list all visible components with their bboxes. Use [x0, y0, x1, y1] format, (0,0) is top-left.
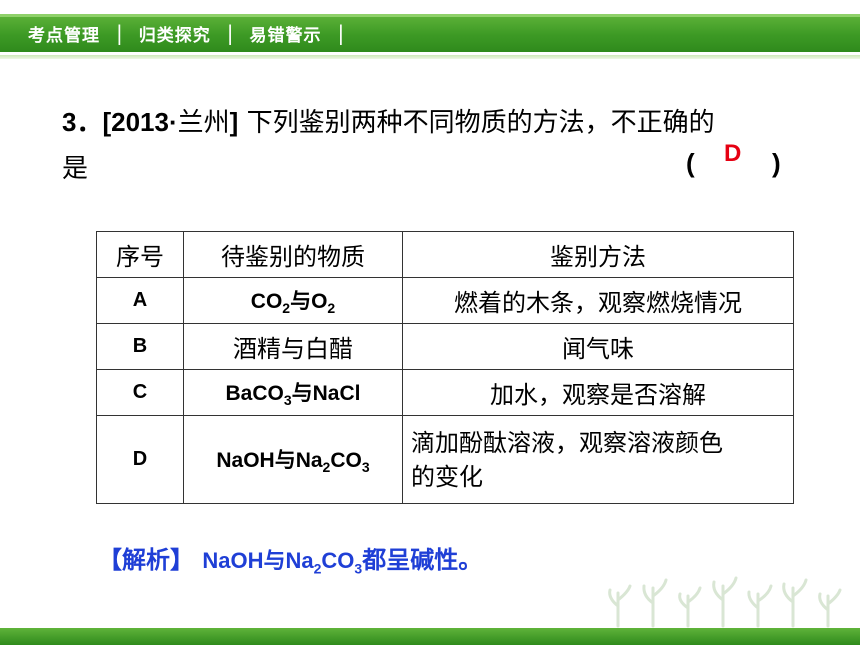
nav-item-yicuo[interactable]: 易错警示: [236, 21, 336, 46]
table-row: D NaOH与Na2CO3 滴加酚酞溶液，观察溶液颜色 的变化: [96, 415, 794, 504]
row-method: 燃着的木条，观察燃烧情况: [402, 277, 794, 324]
nav-separator: |: [116, 21, 123, 45]
analysis-text: NaOH与Na2CO3: [202, 548, 363, 577]
row-id: A: [96, 277, 184, 324]
answer-letter: D: [724, 140, 742, 167]
analysis: 【解析】 NaOH与Na2CO3都呈碱性。: [98, 540, 482, 576]
row-id: D: [96, 415, 184, 504]
row-method: 滴加酚酞溶液，观察溶液颜色 的变化: [402, 415, 794, 504]
table-row: A CO2与O2 燃着的木条，观察燃烧情况: [96, 277, 794, 324]
nav-item-guilei[interactable]: 归类探究: [125, 21, 225, 46]
identification-table: 序号 待鉴别的物质 鉴别方法 A CO2与O2 燃着的木条，观察燃烧情况 B 酒…: [96, 231, 794, 504]
nav-separator: |: [337, 21, 345, 45]
question-source-place: 兰州: [177, 108, 230, 138]
table-row: C BaCO3与NaCl 加水，观察是否溶解: [96, 369, 794, 416]
header-underline: [0, 55, 860, 59]
header-cell: 待鉴别的物质: [183, 231, 403, 278]
nav-bar: 考点管理 | 归类探究 | 易错警示 |: [14, 14, 346, 52]
answer-bracket: ( D ): [686, 140, 786, 179]
row-substance: 酒精与白醋: [183, 323, 403, 370]
row-method: 闻气味: [402, 323, 794, 370]
question-number: 3．: [62, 107, 103, 137]
paren-open: (: [686, 148, 695, 178]
analysis-label: 【解析】: [98, 546, 194, 574]
question-source-end: ]: [229, 107, 239, 137]
question-line-1: 3．[2013·兰州] 下列鉴别两种不同物质的方法，不正确的: [62, 98, 802, 147]
row-method: 加水，观察是否溶解: [402, 369, 794, 416]
question-source-year: [2013·: [102, 107, 178, 137]
bottom-bar: [0, 628, 860, 645]
row-id: B: [96, 323, 184, 370]
nav-item-kaodian[interactable]: 考点管理: [14, 21, 114, 46]
row-substance: CO2与O2: [183, 277, 403, 324]
table-row: B 酒精与白醋 闻气味: [96, 323, 794, 370]
nav-separator: |: [226, 21, 234, 45]
header-cell: 序号: [96, 231, 184, 278]
question-text-1: 下列鉴别两种不同物质的方法，不正确的: [238, 108, 715, 138]
row-substance: NaOH与Na2CO3: [183, 415, 403, 504]
row-substance: BaCO3与NaCl: [183, 369, 403, 416]
plant-decoration-icon: [608, 576, 842, 628]
paren-close: ): [772, 148, 781, 178]
analysis-text-end: 都呈碱性。: [362, 546, 483, 574]
table-header-row: 序号 待鉴别的物质 鉴别方法: [96, 231, 794, 278]
header-cell: 鉴别方法: [402, 231, 794, 278]
row-id: C: [96, 369, 184, 416]
question-line-2: 是: [62, 154, 89, 184]
